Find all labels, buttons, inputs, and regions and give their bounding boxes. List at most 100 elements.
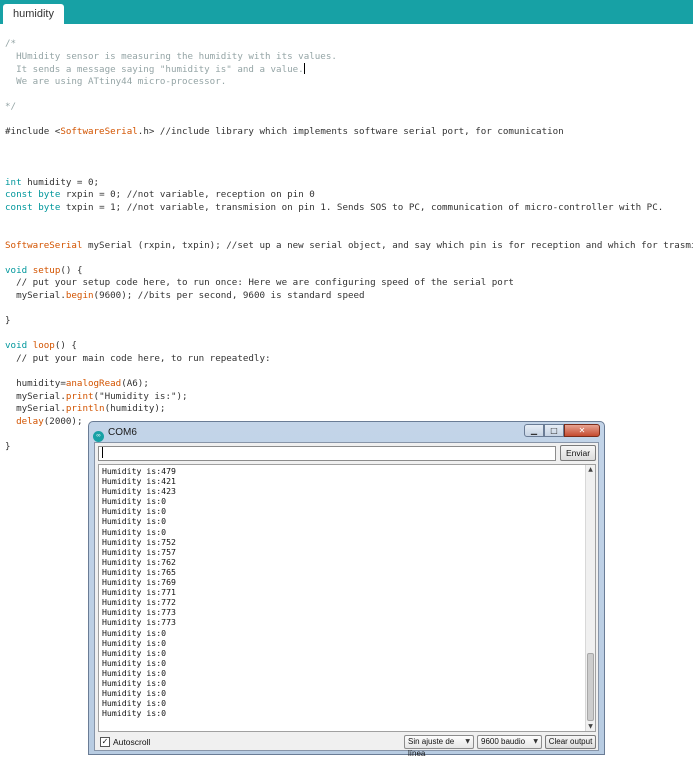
- line-ending-select[interactable]: Sin ajuste de línea ▼: [404, 735, 474, 758]
- code-line: mySerial.print("Humidity is:");: [5, 391, 693, 404]
- window-title: ∞ COM6: [93, 425, 137, 442]
- code-token: println: [65, 403, 105, 415]
- baud-rate-select[interactable]: 9600 baudio ▼: [477, 735, 542, 749]
- serial-output-line: Humidity is:772: [102, 597, 176, 608]
- serial-output-line: Humidity is:0: [102, 496, 167, 507]
- serial-output-line: Humidity is:0: [102, 516, 167, 527]
- serial-output-line: Humidity is:0: [102, 657, 167, 668]
- serial-output-line: Humidity is:0: [102, 506, 167, 517]
- code-token: humidity = 0;: [21, 176, 100, 188]
- code-token: const: [5, 189, 33, 201]
- code-token: mySerial.: [5, 390, 66, 402]
- minimize-icon[interactable]: ▁: [524, 424, 544, 437]
- code-token: .h> //include library which implements s…: [137, 126, 564, 138]
- close-icon[interactable]: ✕: [564, 424, 600, 437]
- code-line: We are using ATtiny44 micro-processor.: [5, 76, 693, 89]
- code-token: txpin = 1; //not variable, transmision o…: [60, 201, 664, 213]
- serial-output-line: Humidity is:0: [102, 637, 167, 648]
- code-token: (A6);: [121, 378, 149, 390]
- code-token: analogRead: [65, 378, 122, 390]
- code-line: void setup() {: [5, 265, 693, 278]
- code-token: // put your setup code here, to run once…: [5, 277, 514, 289]
- code-token: HUmidity sensor is measuring the humidit…: [5, 50, 337, 62]
- code-line: // put your main code here, to run repea…: [5, 353, 693, 366]
- code-token: #include <: [5, 126, 61, 138]
- code-line: // put your setup code here, to run once…: [5, 277, 693, 290]
- serial-monitor-body: Enviar Humidity is:479 Humidity is:421 Hum…: [94, 442, 599, 758]
- code-line: void loop() {: [5, 340, 693, 353]
- tab-humidity[interactable]: humidity: [3, 4, 64, 24]
- text-caret: [303, 63, 305, 75]
- serial-bottom-bar: ✓ Autoscroll Sin ajuste de línea ▼ 9600 …: [95, 734, 598, 758]
- maximize-icon[interactable]: □: [544, 424, 564, 437]
- code-line: mySerial.begin(9600); //bits per second,…: [5, 290, 693, 303]
- serial-output-line: Humidity is:0: [102, 526, 167, 537]
- serial-output-line: Humidity is:0: [102, 627, 167, 638]
- code-token: () {: [54, 340, 77, 352]
- serial-output-line: Humidity is:479: [102, 466, 176, 476]
- code-line: It sends a message saying "humidity is" …: [5, 63, 693, 76]
- code-token: void: [5, 340, 28, 352]
- serial-output-line: Humidity is:773: [102, 617, 176, 628]
- serial-output-line: Humidity is:0: [102, 677, 167, 688]
- scroll-down-icon[interactable]: ▼: [586, 722, 595, 731]
- serial-output[interactable]: Humidity is:479 Humidity is:421 Humidity i…: [98, 464, 596, 732]
- line-ending-value: Sin ajuste de línea: [408, 737, 455, 758]
- baud-rate-value: 9600 baudio: [481, 737, 526, 746]
- code-line: /*: [5, 38, 693, 51]
- output-scrollbar[interactable]: ▲ ▼: [585, 465, 595, 731]
- code-token: SoftwareSerial: [5, 239, 83, 251]
- code-token: }: [5, 315, 11, 327]
- code-token: */: [5, 100, 17, 112]
- code-line: humidity=analogRead(A6);: [5, 378, 693, 391]
- serial-output-line: Humidity is:0: [102, 667, 167, 678]
- code-token: delay: [16, 415, 44, 427]
- send-input[interactable]: [98, 446, 556, 461]
- serial-output-line: Humidity is:0: [102, 698, 167, 709]
- code-line: const byte rxpin = 0; //not variable, re…: [5, 189, 693, 202]
- code-token: begin: [65, 289, 94, 301]
- code-token: (humidity);: [104, 403, 166, 415]
- serial-output-line: Humidity is:0: [102, 647, 167, 658]
- code-token: loop: [32, 340, 55, 352]
- code-line: }: [5, 315, 693, 328]
- scroll-up-icon[interactable]: ▲: [586, 465, 595, 474]
- serial-output-line: Humidity is:752: [102, 536, 176, 547]
- code-token: const: [5, 201, 33, 213]
- code-token: byte: [38, 189, 61, 201]
- code-token: }: [5, 441, 11, 452]
- serial-output-line: Humidity is:0: [102, 688, 167, 699]
- code-token: mySerial.: [5, 403, 66, 415]
- serial-output-line: Humidity is:762: [102, 556, 176, 567]
- scrollbar-thumb[interactable]: [587, 653, 594, 721]
- window-controls: ▁ □ ✕: [524, 424, 600, 438]
- code-token: print: [65, 390, 94, 402]
- serial-output-line: Humidity is:0: [102, 708, 167, 719]
- code-token: byte: [38, 201, 61, 213]
- code-line: mySerial.println(humidity);: [5, 403, 693, 416]
- serial-output-line: Humidity is:771: [102, 587, 176, 598]
- clear-output-button[interactable]: Clear output: [545, 735, 596, 749]
- serial-output-line: Humidity is:773: [102, 607, 176, 618]
- code-token: /*: [5, 38, 17, 49]
- code-text[interactable]: /* HUmidity sensor is measuring the humi…: [5, 38, 693, 454]
- autoscroll-checkbox[interactable]: ✓: [100, 737, 110, 747]
- code-line: SoftwareSerial mySerial (rxpin, txpin); …: [5, 240, 693, 253]
- window-title-text: COM6: [108, 427, 137, 438]
- autoscroll-label: Autoscroll: [113, 737, 151, 747]
- serial-output-line: Humidity is:421: [102, 476, 176, 487]
- code-line: */: [5, 101, 693, 114]
- serial-output-line: Humidity is:769: [102, 577, 176, 588]
- send-button[interactable]: Enviar: [560, 445, 596, 461]
- code-token: setup: [32, 264, 61, 276]
- tab-bar: humidity: [0, 0, 693, 24]
- chevron-down-icon: ▼: [465, 738, 470, 745]
- serial-output-line: Humidity is:423: [102, 486, 176, 497]
